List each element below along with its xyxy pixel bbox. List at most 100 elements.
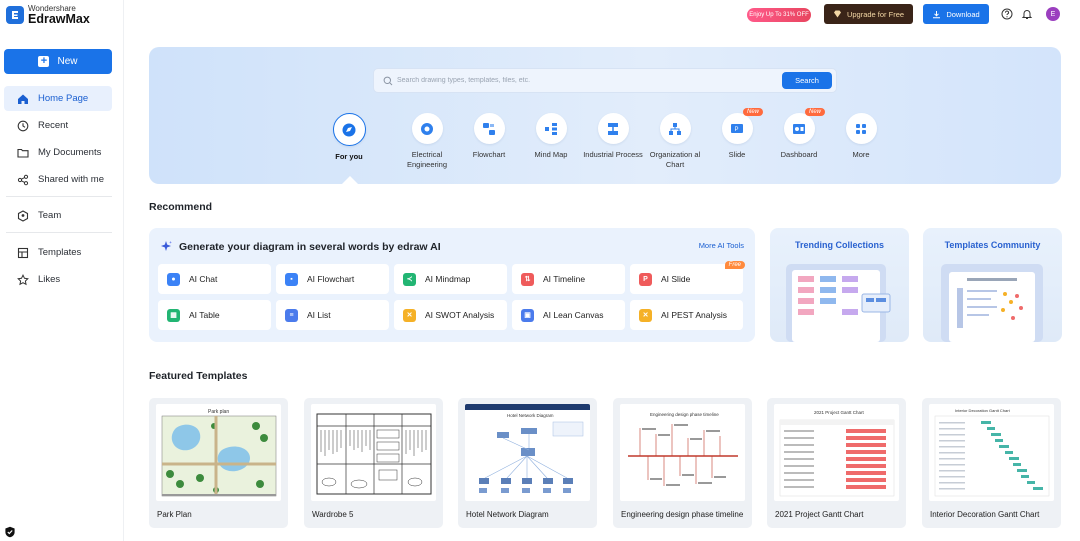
shield-check-icon[interactable] <box>4 526 16 538</box>
sidebar-item-home-page[interactable]: Home Page <box>4 86 112 111</box>
ai-timeline-icon: ⇅ <box>521 272 534 286</box>
template-label: 2021 Project Gantt Chart <box>775 510 864 519</box>
ai-tool-label: AI Mindmap <box>425 274 471 284</box>
ai-chat-button[interactable]: ● AI Chat <box>158 264 271 294</box>
ai-tool-label: AI SWOT Analysis <box>425 310 495 320</box>
category-label: Flowchart <box>472 150 506 159</box>
sidebar-item-likes[interactable]: Likes <box>4 267 112 292</box>
ai-list-button[interactable]: ≡ AI List <box>276 300 389 330</box>
trending-collections-card[interactable]: Trending Collections <box>770 228 909 342</box>
template-thumb-title: Interior Decoration Gantt Chart <box>955 408 1011 413</box>
template-thumb-title: Hotel Network Diagram <box>507 413 554 418</box>
category-industrial-process[interactable]: Industrial Process <box>578 113 648 160</box>
category-label: Industrial Process <box>583 150 643 159</box>
download-button[interactable]: Download <box>923 4 989 24</box>
folder-icon <box>17 148 29 158</box>
ai-swot-analysis-button[interactable]: ✕ AI SWOT Analysis <box>394 300 507 330</box>
bell-icon[interactable] <box>1021 8 1033 20</box>
template-card-interior-decoration-gantt-chart[interactable]: Interior Decoration Gantt Chart Interior… <box>922 398 1061 528</box>
template-thumbnail: Interior Decoration Gantt Chart <box>929 404 1054 501</box>
dashboard-icon <box>793 123 805 134</box>
ai-flowchart-icon: ▪ <box>285 272 298 286</box>
template-card-park-plan[interactable]: Park plan Park Plan <box>149 398 288 528</box>
more-ai-tools-link[interactable]: More AI Tools <box>699 241 744 250</box>
sidebar-item-label: Home Page <box>38 93 89 104</box>
share-icon <box>17 174 29 185</box>
sidebar-item-label: Shared with me <box>38 174 105 185</box>
search-icon <box>383 76 393 86</box>
search-button[interactable]: Search <box>782 72 832 89</box>
templates-icon <box>17 247 29 258</box>
help-icon[interactable] <box>1001 8 1013 20</box>
template-thumbnail: Engineering design phase timeline <box>620 404 745 501</box>
sidebar-divider <box>6 232 112 233</box>
ai-swot-icon: ✕ <box>403 308 416 322</box>
ai-table-button[interactable]: ▦ AI Table <box>158 300 271 330</box>
template-card-hotel-network-diagram[interactable]: Hotel Network Diagram Hotel Network Diag… <box>458 398 597 528</box>
category-electrical-engineering[interactable]: Electrical Engineering <box>392 113 462 169</box>
category-mind-map[interactable]: Mind Map <box>516 113 586 160</box>
category-label: Electrical Engineering <box>406 150 448 169</box>
slide-icon: P <box>731 123 743 133</box>
discount-promo-badge[interactable]: Enjoy Up To 31% OFF <box>747 8 811 22</box>
sidebar-item-team[interactable]: Team <box>4 203 112 228</box>
download-icon <box>933 10 941 18</box>
sidebar-item-recent[interactable]: Recent <box>4 113 112 138</box>
category-label: Slide <box>728 150 746 159</box>
category-label: Organization al Chart <box>649 150 701 169</box>
upgrade-button[interactable]: Upgrade for Free <box>824 4 913 24</box>
category-slide[interactable]: P New Slide <box>702 108 772 160</box>
templates-community-title: Templates Community <box>944 240 1041 250</box>
category-for-you[interactable]: For you <box>314 113 384 162</box>
clock-icon <box>17 120 29 131</box>
trending-collections-title: Trending Collections <box>794 240 884 250</box>
ai-tool-label: AI Flowchart <box>307 274 355 284</box>
ai-pest-analysis-button[interactable]: ✕ AI PEST Analysis <box>630 300 743 330</box>
template-label: Park Plan <box>157 510 192 519</box>
ai-slide-button[interactable]: P AI Slide Free <box>630 261 745 294</box>
sidebar-item-label: My Documents <box>38 147 102 158</box>
sidebar-divider <box>6 196 112 197</box>
plus-icon: + <box>38 56 50 67</box>
recommend-heading: Recommend <box>149 201 213 213</box>
template-card-engineering-design-phase-timeline[interactable]: Engineering design phase timeline Engine… <box>613 398 752 528</box>
category-more[interactable]: More <box>826 113 896 160</box>
template-card-2021-project-gantt-chart[interactable]: 2021 Project Gantt Chart 2021 Project Ga… <box>767 398 906 528</box>
team-icon <box>17 209 29 222</box>
template-card-wardrobe-5[interactable]: Wardrobe 5 <box>304 398 443 528</box>
template-label: Interior Decoration Gantt Chart <box>930 510 1040 519</box>
diamond-icon <box>833 10 841 18</box>
ai-tool-label: AI Slide <box>661 274 691 284</box>
sidebar-item-templates[interactable]: Templates <box>4 240 112 265</box>
template-label: Wardrobe 5 <box>312 510 354 519</box>
sidebar-item-my-documents[interactable]: My Documents <box>4 140 112 165</box>
ai-tool-label: AI Chat <box>189 274 218 284</box>
avatar[interactable]: E <box>1046 7 1060 21</box>
free-badge: Free <box>724 261 745 269</box>
template-thumbnail <box>311 404 436 501</box>
ai-heading: Generate your diagram in several words b… <box>179 240 441 253</box>
category-dashboard[interactable]: New Dashboard <box>764 108 834 160</box>
search-input[interactable] <box>397 72 777 89</box>
ai-slide-icon: P <box>639 272 652 286</box>
brand-name: EdrawMax <box>28 12 90 26</box>
ai-flowchart-button[interactable]: ▪ AI Flowchart <box>276 264 389 294</box>
ai-table-icon: ▦ <box>167 308 180 322</box>
ai-mindmap-button[interactable]: ≺ AI Mindmap <box>394 264 507 294</box>
category-flowchart[interactable]: Flowchart <box>454 113 524 160</box>
sidebar: Wondershare EdrawMax + New Home Page Rec… <box>0 0 124 541</box>
ai-sparkle-icon <box>161 241 172 251</box>
ai-lean-canvas-button[interactable]: ▣ AI Lean Canvas <box>512 300 625 330</box>
templates-community-card[interactable]: Templates Community <box>923 228 1062 342</box>
category-label: More <box>852 150 870 159</box>
category-label: Mind Map <box>534 150 568 159</box>
app-logo[interactable]: Wondershare EdrawMax <box>6 4 90 26</box>
new-button[interactable]: + New <box>4 49 112 74</box>
ai-timeline-button[interactable]: ⇅ AI Timeline <box>512 264 625 294</box>
sidebar-item-shared-with-me[interactable]: Shared with me <box>4 167 112 192</box>
template-thumbnail: Hotel Network Diagram <box>465 404 590 501</box>
category-organizational-chart[interactable]: Organization al Chart <box>640 113 710 169</box>
top-bar: Enjoy Up To 31% OFF Upgrade for Free Dow… <box>124 0 1080 30</box>
template-thumbnail: Park plan <box>156 404 281 501</box>
electrical-engineering-icon <box>421 122 433 135</box>
